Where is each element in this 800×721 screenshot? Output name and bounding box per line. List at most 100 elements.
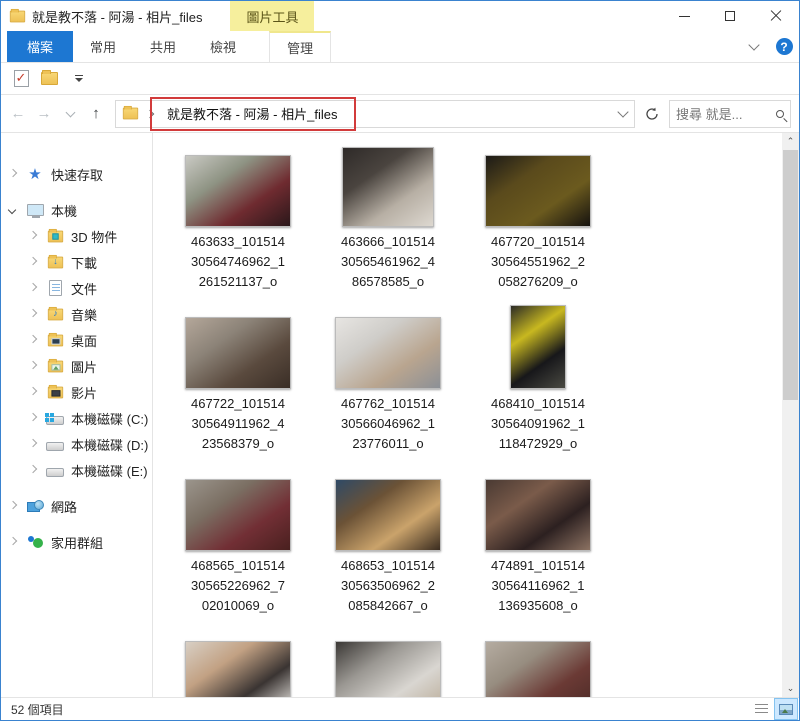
file-name[interactable]: 467722_101514 30564911962_4 23568379_o <box>191 394 285 454</box>
new-folder-button[interactable] <box>35 66 63 92</box>
tab-manage[interactable]: 管理 <box>269 31 332 62</box>
properties-button[interactable] <box>7 66 35 92</box>
thumbnail-image[interactable] <box>485 155 591 227</box>
file-name[interactable]: 467720_101514 30564551962_2 058276209_o <box>491 232 585 292</box>
tree-expander-icon[interactable] <box>29 258 37 266</box>
sidebar-item[interactable]: 本機磁碟 (D:) <box>1 431 152 457</box>
thumbnail-image[interactable] <box>335 479 441 551</box>
thumbnail-image[interactable] <box>185 155 291 227</box>
file-item[interactable]: 463666_101514 30565461962_4 86578585_o <box>313 143 463 292</box>
tree-expander-icon[interactable] <box>9 206 17 214</box>
scroll-up-button[interactable]: ⌃ <box>782 133 799 150</box>
thumbnail-image[interactable] <box>510 305 566 389</box>
details-view-button[interactable] <box>749 698 773 720</box>
sidebar-item[interactable]: ↓ 下載 <box>1 249 152 275</box>
tree-expander-icon[interactable] <box>9 502 17 510</box>
sidebar-item[interactable]: ♪ 音樂 <box>1 301 152 327</box>
sidebar-item[interactable]: 網路 <box>1 493 152 519</box>
tree-expander-icon[interactable] <box>29 232 37 240</box>
tree-expander-icon[interactable] <box>9 170 17 178</box>
thumbnail-wrap <box>463 305 613 389</box>
tree-expander-icon[interactable] <box>29 336 37 344</box>
thumbnail-image[interactable] <box>485 479 591 551</box>
address-dropdown-button[interactable] <box>612 105 634 118</box>
tab-file[interactable]: 檔案 <box>7 31 74 62</box>
sidebar-item[interactable]: 本機磁碟 (C:) <box>1 405 152 431</box>
sidebar-item[interactable]: 本機 <box>1 197 152 223</box>
file-item[interactable]: 703664_10151430565526962_1371376848_o <box>163 629 313 697</box>
file-item[interactable]: 467720_101514 30564551962_2 058276209_o <box>463 143 613 292</box>
file-name[interactable]: 468653_101514 30563506962_2 085842667_o <box>341 556 435 616</box>
tree-expander-icon[interactable] <box>29 310 37 318</box>
sidebar-item[interactable]: 圖片 <box>1 353 152 379</box>
file-item[interactable]: 963773_10151430565121962_1450246371_o <box>463 629 613 697</box>
tree-expander-icon[interactable] <box>9 538 17 546</box>
thumbnail-image[interactable] <box>342 147 434 227</box>
tree-expander-icon[interactable] <box>29 388 37 396</box>
tree-expander-icon[interactable] <box>29 362 37 370</box>
help-icon: ? <box>775 38 793 55</box>
up-button[interactable]: ↑ <box>83 101 109 127</box>
thumbnail-image[interactable] <box>185 317 291 389</box>
search-box[interactable]: 搜尋 就是... <box>669 99 791 128</box>
file-name[interactable]: 468565_101514 30565226962_7 02010069_o <box>191 556 285 616</box>
tree-expander-icon[interactable] <box>29 466 37 474</box>
file-item[interactable]: 468410_101514 30564091962_1 118472929_o <box>463 305 613 454</box>
recent-locations-button[interactable] <box>57 101 83 127</box>
thumbnail-image[interactable] <box>485 641 591 697</box>
vertical-scrollbar[interactable]: ⌃ ⌄ <box>782 133 799 697</box>
tree-expander-icon[interactable] <box>29 440 37 448</box>
scrollbar-thumb[interactable] <box>783 150 798 400</box>
sidebar-item[interactable]: 家用群組 <box>1 529 152 555</box>
file-item[interactable]: 463633_101514 30564746962_1 261521137_o <box>163 143 313 292</box>
file-name[interactable]: 474891_101514 30564116962_1 136935608_o <box>491 556 585 616</box>
customize-qat-button[interactable] <box>63 66 91 92</box>
file-name-line: 474891_101514 <box>491 558 585 573</box>
sidebar-item[interactable]: ★ 快速存取 <box>1 161 152 187</box>
forward-button[interactable]: → <box>31 101 57 127</box>
address-path[interactable]: 就是教不落 - 阿湯 - 相片_files <box>161 102 343 125</box>
help-button[interactable]: ? <box>769 31 799 62</box>
maximize-button[interactable] <box>707 1 753 31</box>
navigation-pane: ★ 快速存取 本機 3D 物件 ↓ 下載 文件 ♪ 音樂 桌面 圖片 影片 本機… <box>1 133 153 697</box>
scrollbar-track[interactable] <box>782 150 799 680</box>
file-item[interactable]: 468565_101514 30565226962_7 02010069_o <box>163 467 313 616</box>
file-item[interactable]: 474891_101514 30564116962_1 136935608_o <box>463 467 613 616</box>
thumbnail-image[interactable] <box>185 641 291 697</box>
window-title: 就是教不落 - 阿湯 - 相片_files <box>32 9 203 25</box>
expand-ribbon-button[interactable] <box>739 31 769 62</box>
file-name[interactable]: 463666_101514 30565461962_4 86578585_o <box>341 232 435 292</box>
sidebar-item[interactable]: 桌面 <box>1 327 152 353</box>
file-name[interactable]: 468410_101514 30564091962_1 118472929_o <box>491 394 585 454</box>
back-button[interactable]: ← <box>5 101 31 127</box>
address-bar[interactable]: 就是教不落 - 阿湯 - 相片_files <box>115 96 635 131</box>
tree-expander-icon[interactable] <box>29 414 37 422</box>
file-item[interactable]: 467762_101514 30566046962_1 23776011_o <box>313 305 463 454</box>
sidebar-item[interactable]: 本機磁碟 (E:) <box>1 457 152 483</box>
file-item[interactable]: 467722_101514 30564911962_4 23568379_o <box>163 305 313 454</box>
thumbnail-image[interactable] <box>185 479 291 551</box>
file-item[interactable]: 468653_101514 30563506962_2 085842667_o <box>313 467 463 616</box>
tab-home[interactable]: 常用 <box>73 31 133 62</box>
file-item[interactable]: 736790_10151430566061962_8642605_o <box>313 629 463 697</box>
thumbnails-view-button[interactable] <box>774 698 798 720</box>
tab-view[interactable]: 檢視 <box>193 31 253 62</box>
thumbnail-image[interactable] <box>335 317 441 389</box>
file-name[interactable]: 463633_101514 30564746962_1 261521137_o <box>191 232 285 292</box>
sidebar-item-icon <box>45 412 65 425</box>
scroll-down-button[interactable]: ⌄ <box>782 680 799 697</box>
minimize-button[interactable] <box>661 1 707 31</box>
tab-share[interactable]: 共用 <box>133 31 193 62</box>
refresh-button[interactable] <box>639 101 665 127</box>
details-view-icon <box>754 703 768 715</box>
sidebar-item[interactable]: 3D 物件 <box>1 223 152 249</box>
up-icon: ↑ <box>92 105 100 122</box>
sidebar-item[interactable]: 影片 <box>1 379 152 405</box>
picture-tools-label: 圖片工具 <box>230 1 315 31</box>
sidebar-item[interactable]: 文件 <box>1 275 152 301</box>
file-name[interactable]: 467762_101514 30566046962_1 23776011_o <box>341 394 435 454</box>
tree-expander-icon[interactable] <box>29 284 37 292</box>
close-button[interactable] <box>753 1 799 31</box>
thumbnail-image[interactable] <box>335 641 441 697</box>
file-name-line: 30565226962_7 <box>191 578 285 593</box>
